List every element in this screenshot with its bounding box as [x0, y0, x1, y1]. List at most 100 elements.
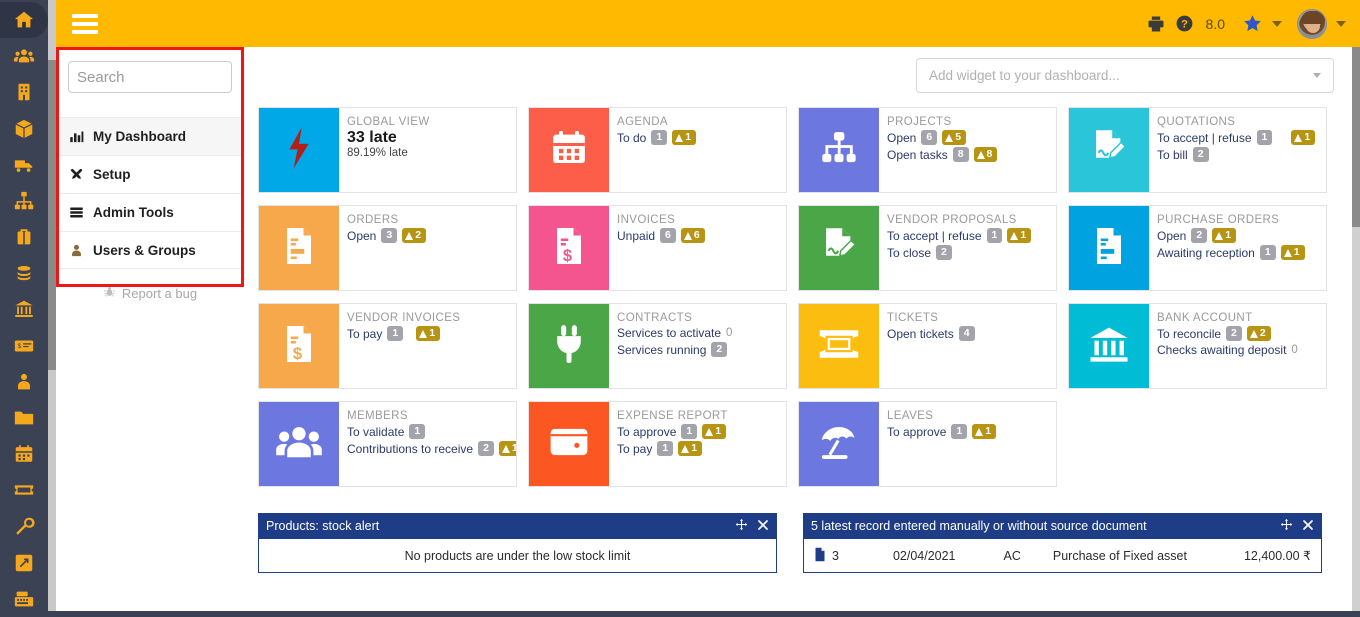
- move-arrows-icon[interactable]: [1280, 518, 1293, 534]
- star-icon[interactable]: [1242, 13, 1263, 34]
- rail-item-folder-icon[interactable]: [0, 400, 48, 436]
- rail-item-building-icon[interactable]: [0, 74, 48, 110]
- dashboard-card-contracts[interactable]: CONTRACTS Services to activate 0 Service…: [528, 303, 787, 389]
- dashboard-card-orders[interactable]: ORDERS Open 3 2: [258, 205, 517, 291]
- dashboard-card-vendor-proposals[interactable]: VENDOR PROPOSALS To accept | refuse 1 1 …: [798, 205, 1057, 291]
- move-arrows-icon[interactable]: [735, 518, 748, 534]
- metric-label: To close: [887, 245, 932, 260]
- card-metric-row[interactable]: Contributions to receive 2 1: [347, 441, 516, 456]
- metric-count-badge: 2: [936, 245, 952, 260]
- sidebar-item-users-groups[interactable]: Users & Groups: [56, 231, 244, 269]
- rail-scrollbar[interactable]: [48, 0, 56, 617]
- star-chevron-down-icon[interactable]: [1272, 20, 1282, 27]
- rail-item-cash-register-icon[interactable]: [0, 581, 48, 617]
- dashboard-card-leaves[interactable]: LEAVES To approve 1 1: [798, 401, 1057, 487]
- card-metric-row[interactable]: Services running 2: [617, 342, 778, 357]
- rail-item-check-payment-icon[interactable]: $: [0, 328, 48, 364]
- sidebar-item-label: My Dashboard: [93, 129, 187, 144]
- version-label: 8.0: [1205, 15, 1225, 32]
- metric-label: Checks awaiting deposit: [1157, 343, 1287, 357]
- metric-warning-badge: 1: [1291, 130, 1316, 145]
- card-metric-row[interactable]: Awaiting reception 1 1: [1157, 245, 1318, 260]
- document-pencil-icon: [819, 225, 859, 272]
- card-metric-row[interactable]: Unpaid 6 6: [617, 228, 778, 243]
- close-icon[interactable]: [1302, 519, 1314, 534]
- bottom-strip: [0, 611, 1360, 617]
- metric-count-badge: 1: [1259, 245, 1276, 260]
- metric-warning-badge: 2: [1246, 326, 1271, 341]
- dashboard-card-quotations[interactable]: QUOTATIONS To accept | refuse 1 1 To bil…: [1068, 107, 1327, 193]
- dashboard-card-vendor-invoices[interactable]: $ VENDOR INVOICES To pay 1 1: [258, 303, 517, 389]
- rail-item-hierarchy-icon[interactable]: [0, 183, 48, 219]
- card-metric-row[interactable]: To accept | refuse 1 1: [887, 228, 1048, 243]
- hamburger-icon[interactable]: [72, 13, 98, 34]
- sidebar-item-admin-tools[interactable]: Admin Tools: [56, 193, 244, 231]
- card-metric-row[interactable]: Open 6 5: [887, 130, 1048, 145]
- card-metric-row[interactable]: To do 1 1: [617, 130, 778, 145]
- rail-item-home-icon[interactable]: [0, 2, 48, 39]
- svg-text:$: $: [18, 342, 22, 349]
- rail-item-coins-icon[interactable]: [0, 255, 48, 291]
- card-metric-row[interactable]: To validate 1: [347, 424, 508, 439]
- card-metric-row[interactable]: To accept | refuse 1 1: [1157, 130, 1318, 145]
- dashboard-card-agenda[interactable]: AGENDA To do 1 1: [528, 107, 787, 193]
- card-metric-row[interactable]: To close 2: [887, 245, 1048, 260]
- dashboard-card-tickets[interactable]: TICKETS Open tickets 4: [798, 303, 1057, 389]
- dashboard-panels: Products: stock alert No products are un…: [244, 487, 1352, 573]
- rail-item-calendar-icon[interactable]: [0, 436, 48, 472]
- rail-item-people-icon[interactable]: [0, 38, 48, 74]
- help-circle-icon[interactable]: ?: [1175, 14, 1194, 33]
- metric-label: Open: [1157, 228, 1187, 243]
- card-metric-row[interactable]: To pay 1 1: [347, 326, 508, 341]
- rail-item-box-icon[interactable]: [0, 111, 48, 147]
- metric-count-badge: 1: [951, 424, 968, 439]
- panel-body: No products are under the low stock limi…: [258, 539, 777, 573]
- card-metric-row[interactable]: To pay 1 1: [617, 441, 778, 456]
- printer-icon[interactable]: [1146, 14, 1166, 34]
- card-metric-row[interactable]: Open tasks 8 8: [887, 147, 1048, 162]
- card-primary-metric: 33 late: [347, 129, 397, 146]
- left-icon-rail: $: [0, 0, 48, 617]
- dashboard-card-projects[interactable]: PROJECTS Open 6 5 Open tasks 8 8: [798, 107, 1057, 193]
- rail-item-briefcase-icon[interactable]: [0, 219, 48, 255]
- card-metric-row[interactable]: Open 3 2: [347, 228, 508, 243]
- card-body: PROJECTS Open 6 5 Open tasks 8 8: [879, 108, 1056, 192]
- dashboard-card-global-view[interactable]: GLOBAL VIEW 33 late 89.19% late: [258, 107, 517, 193]
- search-box[interactable]: [68, 61, 284, 93]
- card-body: LEAVES To approve 1 1: [879, 402, 1056, 486]
- user-icon: [68, 243, 85, 258]
- rail-item-ticket-icon[interactable]: [0, 472, 48, 508]
- card-metric-row[interactable]: To approve 1 1: [617, 424, 778, 439]
- card-metric-row[interactable]: To reconcile 2 2: [1157, 326, 1318, 341]
- rail-item-bank-icon[interactable]: [0, 291, 48, 327]
- sidebar-item-setup[interactable]: Setup: [56, 155, 244, 193]
- card-body: PURCHASE ORDERS Open 2 1 Awaiting recept…: [1149, 206, 1326, 290]
- rail-item-wrench-icon[interactable]: [0, 508, 48, 544]
- rail-item-pencil-icon[interactable]: [0, 545, 48, 581]
- card-metric-row[interactable]: Checks awaiting deposit 0: [1157, 343, 1318, 357]
- card-metric-row[interactable]: Open tickets 4: [887, 326, 1048, 341]
- main-scrollbar[interactable]: [1352, 47, 1360, 617]
- sidebar-item-my-dashboard[interactable]: My Dashboard: [56, 117, 244, 155]
- dashboard-card-expense-report[interactable]: EXPENSE REPORT To approve 1 1 To pay 1 1: [528, 401, 787, 487]
- card-metric-row[interactable]: To bill 2: [1157, 147, 1318, 162]
- dashboard-card-bank-account[interactable]: BANK ACCOUNT To reconcile 2 2 Checks awa…: [1068, 303, 1327, 389]
- add-widget-select[interactable]: Add widget to your dashboard...: [916, 58, 1334, 93]
- report-a-bug-link[interactable]: Report a bug: [56, 285, 244, 301]
- card-metric-row[interactable]: Open 2 1: [1157, 228, 1318, 243]
- rail-item-user-tie-icon[interactable]: [0, 364, 48, 400]
- rail-item-truck-icon[interactable]: [0, 147, 48, 183]
- dashboard-card-purchase-orders[interactable]: PURCHASE ORDERS Open 2 1 Awaiting recept…: [1068, 205, 1327, 291]
- panel-header: Products: stock alert: [258, 513, 777, 539]
- card-body: CONTRACTS Services to activate 0 Service…: [609, 304, 786, 388]
- dashboard-card-members[interactable]: MEMBERS To validate 1 Contributions to r…: [258, 401, 517, 487]
- card-metric-row[interactable]: To approve 1 1: [887, 424, 1048, 439]
- chevron-down-icon[interactable]: [1313, 73, 1321, 78]
- avatar-chevron-down-icon[interactable]: [1336, 20, 1346, 27]
- dashboard-card-invoices[interactable]: $ INVOICES Unpaid 6 6: [528, 205, 787, 291]
- user-avatar[interactable]: [1297, 8, 1327, 39]
- card-title: GLOBAL VIEW: [347, 116, 430, 128]
- card-tile: [799, 206, 879, 290]
- card-metric-row[interactable]: Services to activate 0: [617, 326, 778, 340]
- close-icon[interactable]: [757, 519, 769, 534]
